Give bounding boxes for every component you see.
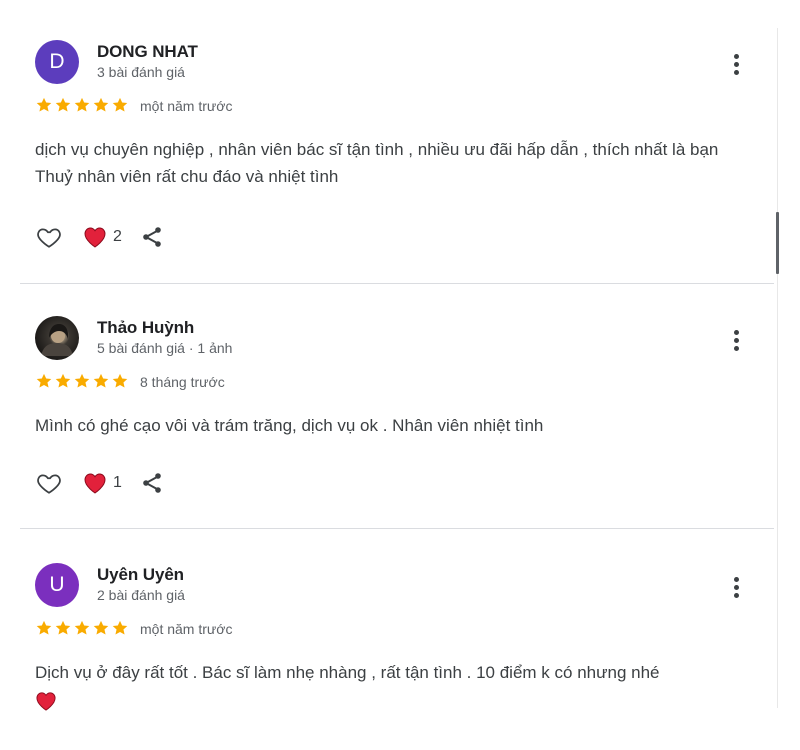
star-icon xyxy=(74,373,90,388)
share-icon[interactable] xyxy=(140,471,164,495)
star-icon xyxy=(36,373,52,388)
heart-outline-icon[interactable] xyxy=(35,224,63,250)
share-icon[interactable] xyxy=(140,225,164,249)
review-time: một năm trước xyxy=(140,621,233,637)
reviewer-meta: 2 bài đánh giá xyxy=(97,587,185,603)
review-card: Thảo Huỳnh 5 bài đánh giá · 1 ảnh 8 thán… xyxy=(20,316,772,511)
review-actions: 1 xyxy=(35,468,164,498)
star-icon xyxy=(36,97,52,112)
star-icon xyxy=(112,97,128,112)
review-actions: 2 xyxy=(35,222,164,252)
star-icon xyxy=(112,620,128,635)
reaction-count: 1 xyxy=(113,474,122,491)
scrollbar-thumb[interactable] xyxy=(776,212,779,274)
review-card: U Uyên Uyên 2 bài đánh giá một năm trước… xyxy=(20,563,772,723)
more-options-button[interactable] xyxy=(727,573,745,601)
review-time: một năm trước xyxy=(140,98,233,114)
star-icon xyxy=(55,620,71,635)
star-icon xyxy=(93,373,109,388)
review-text-container: Dịch vụ ở đây rất tốt . Bác sĩ làm nhẹ n… xyxy=(35,659,755,713)
heart-filled-icon xyxy=(84,473,106,494)
reviewer-name[interactable]: Uyên Uyên xyxy=(97,565,184,585)
review-text: Mình có ghé cạo vôi và trám trăng, dịch … xyxy=(35,416,544,435)
reaction-count: 2 xyxy=(113,228,122,245)
star-icon xyxy=(74,620,90,635)
star-rating xyxy=(35,372,129,394)
reviewer-meta: 3 bài đánh giá xyxy=(97,64,185,80)
reviewer-meta: 5 bài đánh giá · 1 ảnh xyxy=(97,340,233,356)
divider xyxy=(20,528,774,529)
heart-outline-icon[interactable] xyxy=(35,470,63,496)
reviewer-name[interactable]: DONG NHAT xyxy=(97,42,198,62)
star-icon xyxy=(74,97,90,112)
review-text: dịch vụ chuyên nghiệp , nhân viên bác sĩ… xyxy=(35,140,719,186)
review-card: D DONG NHAT 3 bài đánh giá một năm trước… xyxy=(20,40,772,265)
more-vert-icon xyxy=(733,53,739,59)
star-icon xyxy=(36,620,52,635)
more-options-button[interactable] xyxy=(727,50,745,78)
review-text: Dịch vụ ở đây rất tốt . Bác sĩ làm nhẹ n… xyxy=(35,663,660,682)
avatar[interactable]: D xyxy=(35,40,79,84)
heart-filled-icon xyxy=(84,227,106,248)
star-icon xyxy=(55,97,71,112)
reaction-count-button[interactable]: 2 xyxy=(83,226,122,248)
reaction-count-button[interactable]: 1 xyxy=(83,472,122,494)
reviewer-name[interactable]: Thảo Huỳnh xyxy=(97,318,194,338)
avatar[interactable] xyxy=(35,316,79,360)
star-icon xyxy=(55,373,71,388)
heart-emoji-icon xyxy=(36,691,56,711)
avatar[interactable]: U xyxy=(35,563,79,607)
more-vert-icon xyxy=(733,329,739,335)
star-rating xyxy=(35,96,129,118)
review-time: 8 tháng trước xyxy=(140,374,225,390)
scrollbar-track[interactable] xyxy=(777,28,778,708)
star-icon xyxy=(93,620,109,635)
more-vert-icon xyxy=(733,576,739,582)
more-options-button[interactable] xyxy=(727,326,745,354)
divider xyxy=(20,283,774,284)
star-rating xyxy=(35,619,129,641)
star-icon xyxy=(112,373,128,388)
star-icon xyxy=(93,97,109,112)
